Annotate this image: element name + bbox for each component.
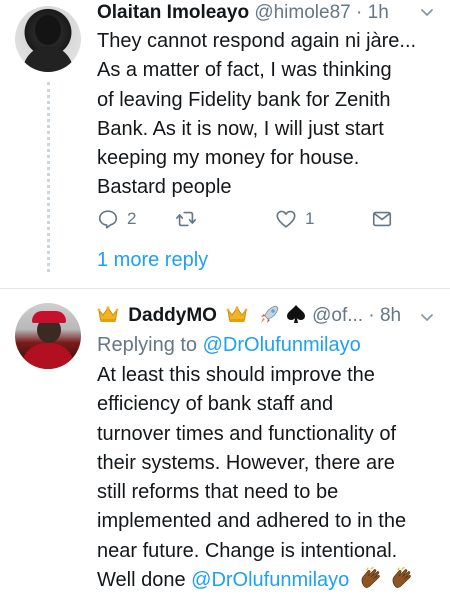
chevron-down-icon[interactable] [420,311,434,325]
timestamp[interactable]: 8h [380,305,401,326]
mention-link[interactable]: @DrOlufunmilayo [203,334,361,356]
clap-icon [361,567,380,588]
dm-icon [372,211,392,227]
retweet-button[interactable] [175,204,205,234]
tweet-text-line: implemented and adhered to in the [97,510,407,533]
avatar[interactable] [15,6,81,72]
crown-icon [97,306,119,322]
tweet-text-line: efficiency of bank staff and [97,393,334,416]
tweet-text-line: near future. Change is intentional. [97,539,398,562]
tweet-actions: 2 1 [97,204,427,234]
tweet[interactable]: DaddyMO @of... · 8h Replying to @DrOlufu… [0,289,450,594]
retweet-icon [176,211,196,227]
replying-to-label: Replying to [97,334,198,356]
avatar-body [23,46,73,72]
tweet-text-line: keeping my money for house. [97,147,360,170]
avatar-cap [32,311,66,323]
tweet-text-line: At least this should improve the [97,364,375,386]
avatar[interactable] [15,303,81,369]
tweet-text-line: As a matter of fact, I was thinking [97,59,392,82]
more-replies-link[interactable]: 1 more reply [97,246,208,274]
like-icon [276,210,296,228]
thread-line [47,82,50,272]
reply-icon [98,210,118,229]
display-name[interactable]: DaddyMO [128,305,217,326]
tweet-text-line: turnover times and functionality of [97,422,397,445]
reply-count: 2 [127,209,137,228]
tweet-text-line: of leaving Fidelity bank for Zenith [97,88,391,111]
separator-dot: · [368,305,375,326]
chevron-down-icon[interactable] [420,6,434,20]
avatar-head [35,15,61,45]
separator-dot: · [356,2,363,23]
direct-message-button[interactable] [371,204,393,234]
clap-icon [392,567,412,588]
like-button[interactable]: 1 [275,204,314,234]
rocket-icon [260,305,278,323]
mention-link[interactable]: @DrOlufunmilayo [191,569,349,591]
tweet-text-line: They cannot respond again ni jàre... [97,30,417,52]
replying-to: Replying to @DrOlufunmilayo [97,331,361,359]
tweet-text-line: Bank. As it is now, I will just start [97,117,384,140]
tweet-header: DaddyMO @of... · 8h [97,303,401,329]
spade-icon [286,305,305,323]
tweet-text-line: their systems. However, there are [97,451,395,474]
user-handle[interactable]: @himole87 [254,2,350,23]
like-count: 1 [305,209,315,228]
tweet-header: Olaitan Imoleayo @himole87 · 1h [97,0,389,26]
timestamp[interactable]: 1h [368,2,389,23]
tweet-text-line: Bastard people [97,176,232,199]
tweet-text: At least this should improve the efficie… [97,361,437,594]
tweet-text-fragment: Well done [97,569,186,592]
display-name[interactable]: Olaitan Imoleayo [97,2,249,23]
reply-button[interactable]: 2 [97,204,136,234]
avatar-body [21,343,75,369]
tweet-text-line: Well done @DrOlufunmilayo [97,566,437,594]
crown-icon [226,306,248,322]
tweet[interactable]: Olaitan Imoleayo @himole87 · 1h They can… [0,0,450,288]
tweet-text-line: still reforms that need to be [97,481,339,504]
tweet-text: They cannot respond again ni jàre... As … [97,27,437,203]
user-handle[interactable]: @of... [312,305,363,326]
